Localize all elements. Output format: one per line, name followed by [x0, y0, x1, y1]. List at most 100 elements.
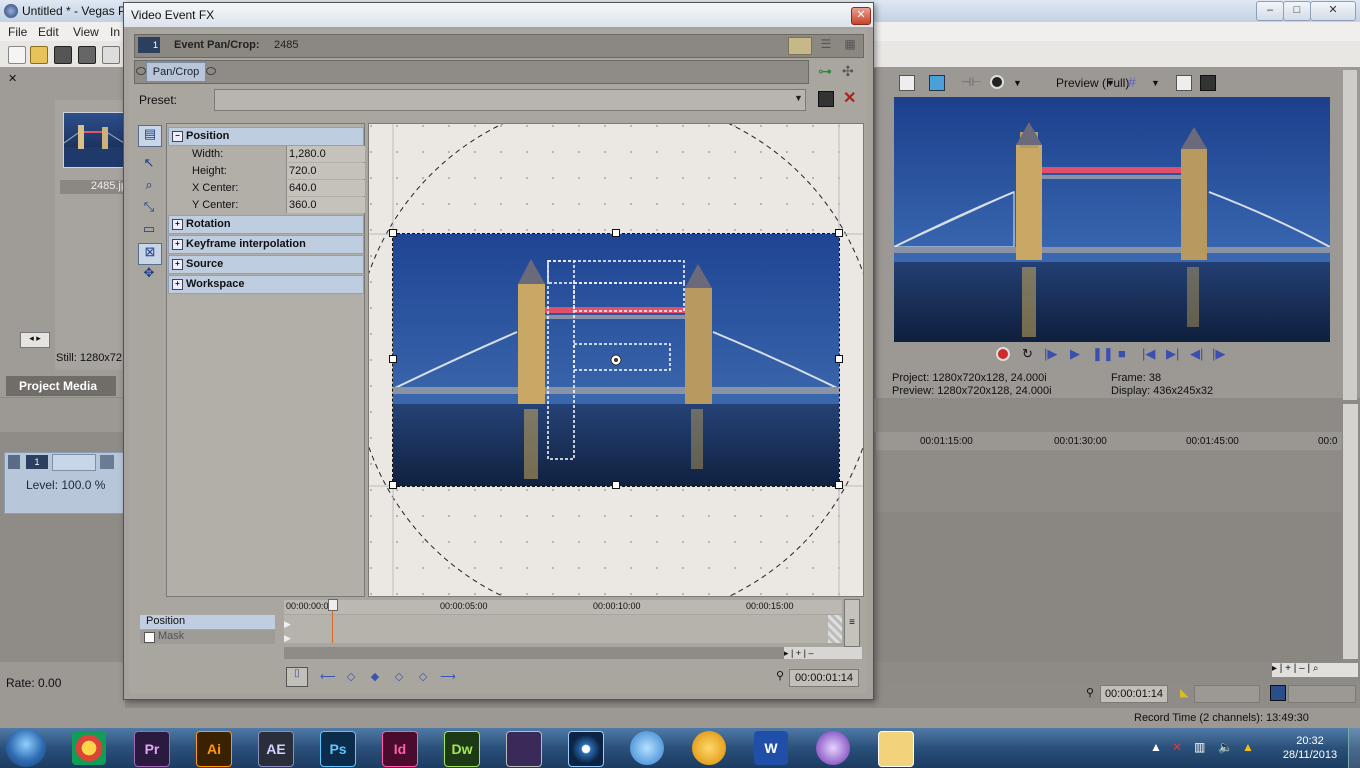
track-menu-icon[interactable]	[8, 455, 20, 469]
keyframe-marker-icon[interactable]: ▶	[284, 619, 291, 630]
panel-close-icon[interactable]: ✕	[8, 72, 17, 85]
taskbar-clock[interactable]: 20:32 28/11/2013	[1280, 734, 1340, 762]
prop-group-workspace[interactable]: + Workspace	[168, 275, 364, 294]
chain-plugin-pan-crop[interactable]: Pan/Crop	[146, 62, 206, 82]
photoshop-taskbar-icon[interactable]: Ps	[320, 731, 356, 767]
prop-group-source[interactable]: + Source	[168, 255, 364, 274]
resize-handle-right[interactable]	[835, 355, 843, 363]
delete-keyframe-icon[interactable]: ◇	[392, 670, 406, 684]
chevron-down-icon[interactable]: ▼	[1013, 78, 1022, 88]
go-to-start-icon[interactable]: |◀	[1142, 346, 1155, 362]
after-effects-taskbar-icon[interactable]: AE	[258, 731, 294, 767]
dreamweaver-taskbar-icon[interactable]: Dw	[444, 731, 480, 767]
menu-view[interactable]: View	[73, 25, 99, 39]
itunes-taskbar-icon[interactable]	[630, 731, 664, 765]
selection-length-field[interactable]	[1288, 685, 1356, 703]
resize-handle-bottom[interactable]	[612, 481, 620, 489]
normal-edit-tool-icon[interactable]: ↖	[138, 155, 160, 175]
prop-group-rotation[interactable]: + Rotation	[168, 215, 364, 234]
sync-cursor-icon[interactable]: ⌷	[286, 667, 308, 687]
cursor-time-field[interactable]: 00:00:01:14	[1100, 685, 1168, 703]
keyframe-scroll-handle[interactable]: ≡	[844, 599, 860, 647]
view-mode-grid-icon[interactable]: ▦	[840, 37, 860, 53]
premiere-taskbar-icon[interactable]: Pr	[134, 731, 170, 767]
save-preset-icon[interactable]	[818, 91, 834, 107]
chevron-down-icon[interactable]: ▼	[1106, 78, 1115, 88]
torrent-taskbar-icon[interactable]	[816, 731, 850, 765]
external-monitor-icon[interactable]	[929, 75, 945, 91]
save-as-icon[interactable]	[78, 46, 96, 64]
prop-group-keyframe-interpolation[interactable]: + Keyframe interpolation	[168, 235, 364, 254]
new-file-icon[interactable]	[8, 46, 26, 64]
properties-icon[interactable]	[102, 46, 120, 64]
fx-dialog-titlebar[interactable]	[124, 3, 873, 28]
zoom-tool-icon[interactable]: ⌕	[138, 177, 160, 197]
resize-handle-left[interactable]	[389, 355, 397, 363]
resize-handle-bottom-left[interactable]	[389, 481, 397, 489]
delete-preset-icon[interactable]: ✕	[843, 88, 856, 108]
preview-scrollbar[interactable]	[1343, 70, 1357, 400]
timeline-vertical-scrollbar[interactable]	[1342, 404, 1358, 659]
collapse-icon[interactable]: −	[172, 130, 183, 142]
pause-icon[interactable]: ❚❚	[1092, 346, 1114, 362]
resize-handle-top-left[interactable]	[389, 229, 397, 237]
expand-icon[interactable]: +	[172, 218, 183, 230]
google-drive-icon[interactable]: ▲	[1242, 740, 1254, 754]
word-taskbar-icon[interactable]: W	[754, 731, 788, 765]
create-keyframe-icon[interactable]: ◆	[368, 670, 382, 684]
go-to-end-icon[interactable]: ▶|	[1166, 346, 1179, 362]
explorer-taskbar-icon[interactable]	[878, 731, 914, 767]
timeline-empty-area[interactable]	[876, 512, 1342, 662]
plugin-chain-icon[interactable]: ⊶	[818, 63, 832, 80]
expand-icon[interactable]: +	[172, 258, 183, 270]
chrome-taskbar-icon[interactable]	[72, 731, 106, 765]
first-keyframe-icon[interactable]: ⟵	[320, 670, 336, 684]
move-freely-icon[interactable]: ✥	[138, 265, 160, 285]
previous-frame-icon[interactable]: ◀|	[1190, 346, 1203, 362]
fx-dialog-close-button[interactable]: ✕	[851, 7, 871, 25]
prop-width-value[interactable]: 1,280.0	[286, 146, 365, 162]
split-screen-icon[interactable]: ⊣⊢	[961, 75, 982, 89]
selection-start-field[interactable]	[1194, 685, 1260, 703]
keyframe-row-mask[interactable]: Mask	[140, 630, 275, 644]
menu-insert[interactable]: In	[110, 25, 120, 39]
start-button[interactable]	[6, 729, 46, 767]
stop-icon[interactable]: ■	[1118, 346, 1126, 361]
next-frame-icon[interactable]: |▶	[1212, 346, 1225, 362]
timeline-zoom-controls[interactable]: ▸ | + | – | ⌕	[1272, 663, 1358, 677]
keyframe-cursor-handle[interactable]	[328, 599, 338, 611]
prop-group-position[interactable]: − Position	[168, 127, 364, 146]
close-button[interactable]: ✕	[1310, 1, 1356, 21]
next-keyframe-icon[interactable]: ◇	[416, 670, 430, 684]
preview-quality-select[interactable]: Preview (Full)	[1056, 76, 1129, 90]
record-icon[interactable]	[996, 347, 1010, 361]
track-name-field[interactable]	[52, 454, 96, 471]
open-folder-icon[interactable]	[30, 46, 48, 64]
menu-edit[interactable]: Edit	[38, 25, 59, 39]
film-taskbar-icon[interactable]	[506, 731, 542, 767]
last-keyframe-icon[interactable]: ⟶	[440, 670, 456, 684]
lock-aspect-ratio-icon[interactable]: ⊠	[138, 243, 162, 265]
menu-file[interactable]: File	[8, 25, 27, 39]
network-warning-icon[interactable]: ✕	[1172, 740, 1182, 754]
mask-checkbox[interactable]	[144, 632, 155, 643]
preset-dropdown[interactable]	[214, 89, 806, 111]
keyframe-horizontal-scrollbar[interactable]	[284, 647, 842, 659]
minimize-button[interactable]: –	[1256, 1, 1284, 21]
fl-studio-taskbar-icon[interactable]	[692, 731, 726, 765]
network-icon[interactable]: ▥	[1194, 740, 1205, 754]
show-properties-icon[interactable]: ▤	[138, 125, 162, 147]
keyframe-track[interactable]	[284, 615, 829, 643]
copy-snapshot-icon[interactable]	[1176, 75, 1192, 91]
preview-quality-icon[interactable]	[990, 75, 1004, 89]
tab-project-media[interactable]: Project Media	[6, 376, 116, 396]
keyframe-zoom-controls[interactable]: ▸ | + | –	[784, 647, 862, 659]
show-desktop-button[interactable]	[1348, 728, 1360, 768]
view-mode-list-icon[interactable]	[788, 37, 812, 55]
resize-handle-top[interactable]	[612, 229, 620, 237]
illustrator-taskbar-icon[interactable]: Ai	[196, 731, 232, 767]
save-snapshot-icon[interactable]	[1200, 75, 1216, 91]
vegas-taskbar-icon[interactable]	[568, 731, 604, 767]
snap-to-grid-icon[interactable]: ▭	[138, 221, 160, 241]
track-fx-icon[interactable]	[100, 455, 114, 469]
